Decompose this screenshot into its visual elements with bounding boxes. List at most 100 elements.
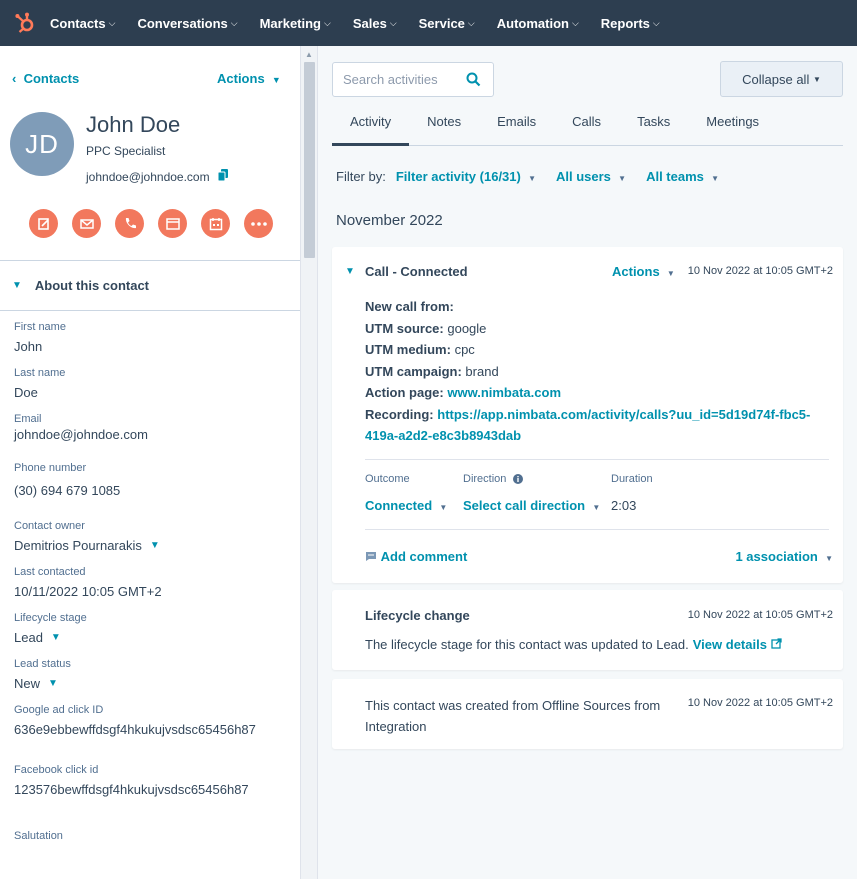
recording-link[interactable]: https://app.nimbata.com/activity/calls?u… bbox=[437, 407, 810, 422]
collapse-all-button[interactable]: Collapse all ▼ bbox=[720, 61, 843, 97]
actions-label: Actions bbox=[217, 71, 265, 86]
lifecycle-change-card: Lifecycle change 10 Nov 2022 at 10:05 GM… bbox=[332, 590, 843, 670]
property-last-contacted[interactable]: Last contacted 10/11/2022 10:05 GMT+2 bbox=[14, 566, 286, 599]
call-button[interactable] bbox=[115, 209, 144, 238]
add-comment-button[interactable]: Add comment bbox=[365, 549, 467, 564]
nav-automation[interactable]: Automation ⌵ bbox=[497, 16, 579, 31]
property-phone-number[interactable]: Phone number (30) 694 679 1085 bbox=[14, 462, 286, 498]
avatar-initials: JD bbox=[25, 128, 59, 159]
filter-teams-dropdown[interactable]: All teams ▼ bbox=[646, 169, 719, 184]
info-icon[interactable] bbox=[512, 474, 523, 484]
contact-job-title: PPC Specialist bbox=[86, 144, 166, 158]
activity-filter-bar: Filter by: Filter activity (16/31) ▼ All… bbox=[336, 169, 739, 184]
email-button[interactable] bbox=[72, 209, 101, 238]
search-icon[interactable] bbox=[466, 72, 481, 87]
nav-label: Sales bbox=[352, 15, 387, 31]
direction-dropdown[interactable]: Select call direction ▼ bbox=[463, 498, 600, 513]
tab-activity[interactable]: Activity bbox=[332, 104, 410, 146]
meeting-icon bbox=[209, 217, 222, 230]
nav-contacts[interactable]: Contacts ⌵ bbox=[50, 16, 115, 31]
call-actions-dropdown[interactable]: Actions ▼ bbox=[612, 264, 675, 279]
caret-down-icon: ▼ bbox=[149, 540, 160, 551]
external-link-icon bbox=[770, 638, 782, 649]
filter-users-dropdown[interactable]: All users ▼ bbox=[556, 169, 626, 184]
property-lead-status[interactable]: Lead status New ▼ bbox=[14, 658, 286, 691]
utm-medium-label: UTM medium: bbox=[365, 342, 451, 357]
associations-dropdown[interactable]: 1 association ▼ bbox=[735, 549, 833, 564]
created-timestamp: 10 Nov 2022 at 10:05 GMT+2 bbox=[687, 697, 833, 709]
nav-reports[interactable]: Reports ⌵ bbox=[601, 16, 660, 31]
back-to-contacts-link[interactable]: ‹ Contacts bbox=[12, 71, 79, 86]
field-value: (30) 694 679 1085 bbox=[14, 483, 121, 498]
contact-sidebar: ‹ Contacts Actions ▼ JD John Doe PPC Spe… bbox=[0, 46, 300, 879]
chevron-down-icon[interactable]: ▼ bbox=[345, 266, 355, 277]
scrollbar-thumb[interactable] bbox=[304, 62, 315, 258]
view-details-link[interactable]: View details bbox=[693, 637, 782, 652]
property-facebook-click-id[interactable]: Facebook click id 123576bewffdsgf4hkukuj… bbox=[14, 764, 286, 797]
call-card-title[interactable]: Call - Connected bbox=[365, 264, 468, 279]
search-activities-input[interactable]: Search activities bbox=[332, 62, 494, 97]
nav-label: Marketing bbox=[259, 15, 321, 31]
utm-source-value: google bbox=[447, 320, 487, 336]
call-intro: New call from: bbox=[365, 299, 454, 314]
property-email[interactable]: Email johndoe@johndoe.com bbox=[14, 413, 286, 442]
field-label: Google ad click ID bbox=[14, 704, 104, 716]
nav-label: Automation bbox=[496, 15, 569, 31]
property-lifecycle-stage[interactable]: Lifecycle stage Lead ▼ bbox=[14, 612, 286, 645]
property-contact-owner[interactable]: Contact owner Demitrios Pournarakis ▼ bbox=[14, 520, 286, 553]
field-value-dropdown[interactable]: New ▼ bbox=[14, 676, 286, 691]
note-button[interactable] bbox=[29, 209, 58, 238]
hubspot-logo-icon[interactable] bbox=[0, 0, 50, 46]
caret-down-icon: ▼ bbox=[666, 269, 675, 278]
chevron-down-icon: ⌵ bbox=[230, 17, 238, 28]
tab-emails[interactable]: Emails bbox=[479, 104, 554, 146]
recording-link-continued[interactable]: 419a-a2d2-e8c3b8943dab bbox=[365, 428, 521, 443]
chevron-down-icon: ⌵ bbox=[652, 17, 660, 28]
top-navigation: Contacts ⌵ Conversations ⌵ Marketing ⌵ Sale… bbox=[0, 0, 857, 46]
divider bbox=[365, 529, 829, 530]
action-page-link[interactable]: www.nimbata.com bbox=[447, 385, 561, 400]
more-icon bbox=[250, 221, 267, 226]
filter-activity-dropdown[interactable]: Filter activity (16/31) ▼ bbox=[396, 169, 536, 184]
tab-meetings[interactable]: Meetings bbox=[688, 104, 777, 146]
field-value: johndoe@johndoe.com bbox=[14, 427, 148, 442]
tab-notes[interactable]: Notes bbox=[409, 104, 479, 146]
caret-down-icon: ▼ bbox=[812, 74, 821, 84]
chevron-down-icon: ⌵ bbox=[324, 17, 331, 28]
contact-email: johndoe@johndoe.com bbox=[86, 169, 228, 184]
nav-sales[interactable]: Sales ⌵ bbox=[353, 16, 397, 31]
caret-down-icon: ▼ bbox=[618, 174, 627, 183]
nav-service[interactable]: Service ⌵ bbox=[419, 16, 475, 31]
contact-header: ‹ Contacts Actions ▼ JD John Doe PPC Spe… bbox=[0, 46, 300, 261]
tab-tasks[interactable]: Tasks bbox=[619, 104, 688, 146]
field-value-dropdown[interactable]: Demitrios Pournarakis ▼ bbox=[14, 538, 286, 553]
contact-actions-dropdown[interactable]: Actions ▼ bbox=[217, 71, 281, 86]
log-activity-button[interactable] bbox=[158, 209, 187, 238]
avatar[interactable]: JD bbox=[10, 112, 74, 176]
property-google-ad-click-id[interactable]: Google ad click ID 636e9ebbewffdsgf4hkuk… bbox=[14, 704, 286, 737]
duration-label: Duration bbox=[611, 473, 653, 485]
scroll-up-arrow-icon[interactable]: ▲ bbox=[305, 50, 313, 59]
meeting-button[interactable] bbox=[201, 209, 230, 238]
caret-down-icon: ▼ bbox=[439, 503, 448, 512]
field-value: Demitrios Pournarakis bbox=[14, 538, 142, 553]
tab-calls[interactable]: Calls bbox=[554, 104, 619, 146]
property-first-name[interactable]: First name John bbox=[14, 321, 286, 354]
field-value-dropdown[interactable]: Lead ▼ bbox=[14, 630, 286, 645]
caret-down-icon: ▼ bbox=[48, 678, 58, 689]
call-icon bbox=[125, 217, 136, 228]
copy-icon[interactable] bbox=[217, 169, 228, 184]
field-value: 636e9ebbewffdsgf4hkukujvsdsc65456h87 bbox=[14, 722, 256, 737]
about-section-toggle[interactable]: ▼ About this contact bbox=[0, 261, 300, 311]
more-button[interactable] bbox=[244, 209, 273, 238]
sidebar-scrollbar[interactable]: ▲ bbox=[300, 46, 318, 879]
field-value: 10/11/2022 10:05 GMT+2 bbox=[14, 584, 162, 599]
nav-marketing[interactable]: Marketing ⌵ bbox=[260, 16, 331, 31]
nav-conversations[interactable]: Conversations ⌵ bbox=[137, 16, 237, 31]
lifecycle-details: The lifecycle stage for this contact was… bbox=[365, 637, 782, 652]
property-salutation[interactable]: Salutation bbox=[14, 830, 286, 848]
outcome-dropdown[interactable]: Connected ▼ bbox=[365, 498, 447, 513]
chevron-down-icon: ▼ bbox=[12, 280, 22, 291]
contact-action-buttons bbox=[29, 209, 273, 238]
property-last-name[interactable]: Last name Doe bbox=[14, 367, 286, 400]
